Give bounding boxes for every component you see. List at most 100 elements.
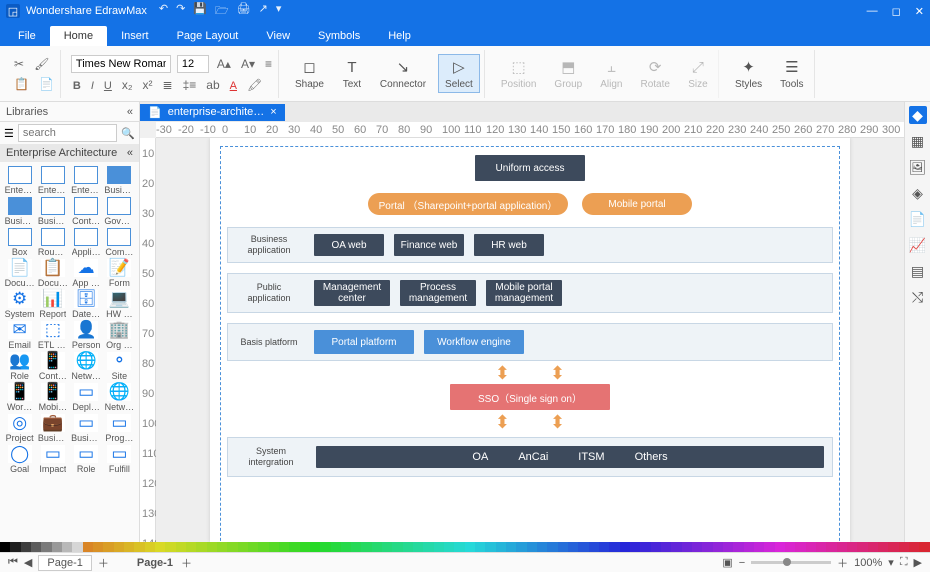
library-menu-icon[interactable]: ☰ — [4, 127, 14, 140]
qat-dropdown-icon[interactable]: ▾ — [276, 2, 282, 21]
shape-item[interactable]: ☁App … — [71, 259, 102, 288]
align-button[interactable]: ⫠Align — [594, 55, 628, 92]
shape-item[interactable]: 👤Person — [71, 321, 102, 350]
block-proc-mgmt[interactable]: Process management — [400, 280, 476, 306]
copy-icon[interactable]: 📋 — [12, 76, 31, 92]
zoom-in-icon[interactable]: ＋ — [837, 555, 848, 571]
align-text-icon[interactable]: ≡ — [263, 56, 274, 72]
highlight-icon[interactable]: 🖍 — [245, 77, 264, 93]
tools-button[interactable]: ☰Tools — [774, 55, 809, 92]
position-button[interactable]: ⬚Position — [495, 55, 543, 92]
page-label[interactable]: Page-1 — [38, 555, 91, 571]
font-select[interactable] — [71, 55, 171, 73]
shape-item[interactable]: 👥Role — [4, 352, 35, 381]
shape-item[interactable]: ⬚ETL J… — [37, 321, 68, 350]
paste-icon[interactable]: 📄 — [37, 76, 56, 92]
fullscreen-icon[interactable]: ⛶ — [900, 556, 908, 569]
block-mobile-portal[interactable]: Mobile portal — [582, 193, 692, 215]
close-icon[interactable]: ✕ — [915, 5, 924, 18]
shape-button[interactable]: ◻Shape — [289, 55, 330, 92]
close-tab-icon[interactable]: × — [270, 106, 276, 118]
shape-item[interactable]: 📱Mobi… — [37, 383, 68, 412]
layers-icon[interactable]: ◈ — [909, 184, 927, 202]
menu-help[interactable]: Help — [374, 26, 425, 46]
block-workflow[interactable]: Workflow engine — [424, 330, 524, 354]
shape-item[interactable]: Busin… — [104, 166, 135, 195]
shape-item[interactable]: Busin… — [4, 197, 35, 226]
increase-font-icon[interactable]: A▴ — [215, 56, 233, 72]
save-icon[interactable]: 💾 — [193, 2, 207, 21]
shape-item[interactable]: ▭Prog… — [104, 414, 135, 443]
print-icon[interactable]: 🖨 — [237, 2, 251, 21]
menu-home[interactable]: Home — [50, 26, 107, 46]
menu-insert[interactable]: Insert — [107, 26, 163, 46]
page-icon[interactable]: 📄 — [909, 210, 927, 228]
block-mobile-mgmt[interactable]: Mobile portal management — [486, 280, 562, 306]
add-page-icon[interactable]: ＋ — [181, 555, 192, 571]
shape-item[interactable]: 🏢Org … — [104, 321, 135, 350]
decrease-font-icon[interactable]: A▾ — [239, 56, 257, 72]
block-oa-web[interactable]: OA web — [314, 234, 384, 256]
block-uniform-access[interactable]: Uniform access — [475, 155, 585, 181]
fill-icon[interactable]: ▦ — [909, 132, 927, 150]
line-spacing-icon[interactable]: ‡≡ — [181, 77, 199, 93]
strike-icon[interactable]: ab — [204, 77, 221, 93]
rotate-button[interactable]: ⟳Rotate — [634, 55, 675, 92]
shape-item[interactable]: ⚬Site — [104, 352, 135, 381]
search-icon[interactable]: 🔍 — [121, 127, 135, 140]
shape-item[interactable]: 🌐Netw… — [71, 352, 102, 381]
superscript-icon[interactable]: x² — [141, 77, 155, 93]
random-icon[interactable]: ⤭ — [909, 288, 927, 306]
shape-item[interactable]: Com… — [104, 228, 135, 257]
font-color-icon[interactable]: A — [228, 77, 239, 93]
menu-page-layout[interactable]: Page Layout — [163, 26, 253, 46]
shape-item[interactable]: Enter… — [37, 166, 68, 195]
select-button[interactable]: ▷Select — [438, 54, 480, 93]
shape-item[interactable]: ⚙System — [4, 290, 35, 319]
shape-item[interactable]: Gove… — [104, 197, 135, 226]
shape-item[interactable]: 💻HW … — [104, 290, 135, 319]
shape-item[interactable]: 📱Wor… — [4, 383, 35, 412]
shape-item[interactable]: 📝Form — [104, 259, 135, 288]
shape-item[interactable]: Enter… — [4, 166, 35, 195]
shape-item[interactable]: ▭Depl… — [71, 383, 102, 412]
connector-button[interactable]: ↘Connector — [374, 55, 432, 92]
group-button[interactable]: ⬒Group — [548, 55, 588, 92]
open-icon[interactable]: 🗁 — [215, 2, 229, 21]
document-tab[interactable]: 📄enterprise-archite…× — [140, 104, 285, 121]
export-icon[interactable]: ↗ — [259, 2, 268, 21]
shape-item[interactable]: 🌐Netw… — [104, 383, 135, 412]
menu-file[interactable]: File — [4, 26, 50, 46]
shape-item[interactable]: Busin… — [37, 197, 68, 226]
collapse-section-icon[interactable]: « — [127, 147, 133, 159]
diagram-container[interactable]: Uniform access Portal （Sharepoint+portal… — [220, 146, 840, 542]
fit-page-icon[interactable]: ▣ — [722, 556, 732, 569]
collapse-panel-icon[interactable]: « — [127, 106, 133, 118]
shape-item[interactable]: 📱Cont… — [37, 352, 68, 381]
block-portal[interactable]: Portal （Sharepoint+portal application） — [368, 193, 568, 215]
shape-item[interactable]: Enter… — [71, 166, 102, 195]
prev-page-icon[interactable]: ◀ — [24, 556, 32, 569]
first-page-icon[interactable]: ⏮ — [8, 556, 18, 569]
shape-item[interactable]: 💼Busin… — [37, 414, 68, 443]
color-palette[interactable] — [0, 542, 930, 552]
shape-item[interactable]: ▭Fulfill — [104, 445, 135, 474]
library-section-label[interactable]: Enterprise Architecture — [6, 147, 117, 159]
italic-icon[interactable]: I — [89, 77, 96, 93]
shape-item[interactable]: ◯Goal — [4, 445, 35, 474]
presentation-icon[interactable]: ▶ — [914, 556, 922, 569]
bullets-icon[interactable]: ≣ — [161, 77, 175, 93]
shape-item[interactable]: 📋Docu… — [37, 259, 68, 288]
styles-button[interactable]: ✦Styles — [729, 55, 768, 92]
block-portal-platform[interactable]: Portal platform — [314, 330, 414, 354]
size-button[interactable]: ⤢Size — [682, 55, 714, 92]
shape-item[interactable]: ✉Email — [4, 321, 35, 350]
cut-icon[interactable]: ✂ — [12, 56, 26, 72]
block-hr-web[interactable]: HR web — [474, 234, 544, 256]
image-icon[interactable]: 🖼 — [909, 158, 927, 176]
undo-icon[interactable]: ↶ — [159, 2, 168, 21]
menu-view[interactable]: View — [252, 26, 304, 46]
block-mgmt-center[interactable]: Management center — [314, 280, 390, 306]
shape-item[interactable]: ◎Project — [4, 414, 35, 443]
menu-symbols[interactable]: Symbols — [304, 26, 374, 46]
